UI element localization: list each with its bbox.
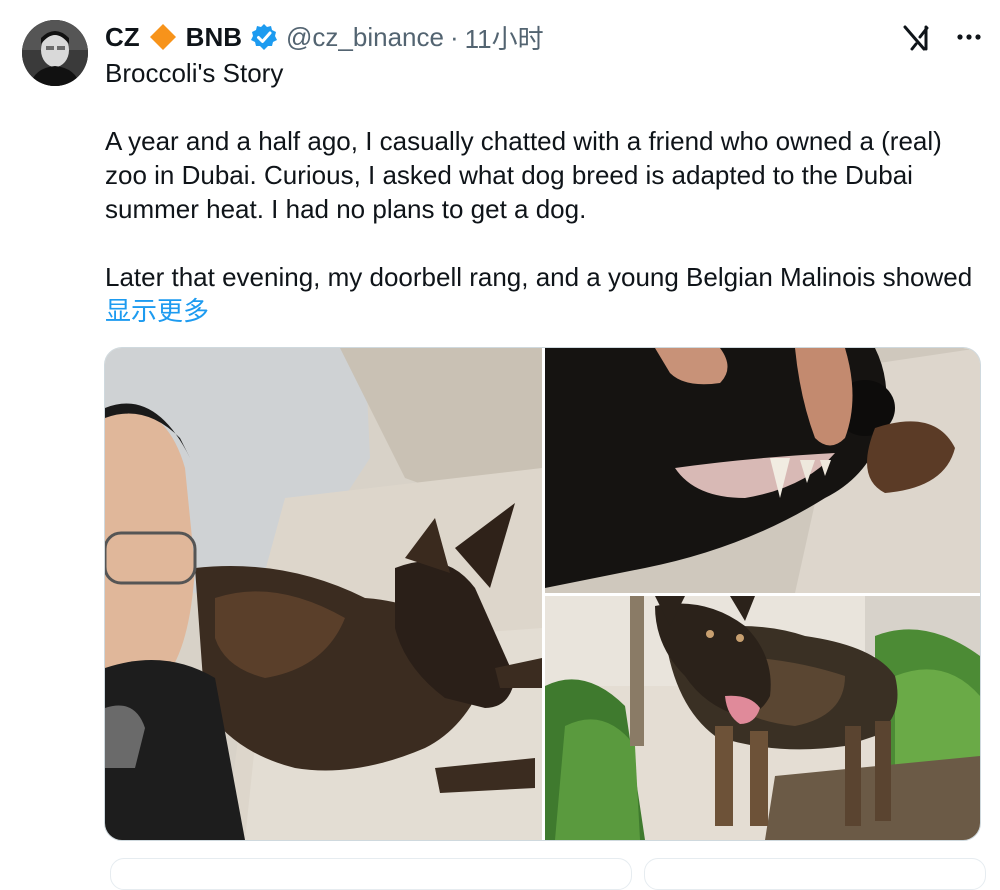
photo-selfie-with-puppy[interactable] (105, 348, 542, 840)
tweet-paragraph-2: Later that evening, my doorbell rang, an… (105, 262, 973, 292)
bottom-cards (104, 858, 986, 890)
embedded-card-right[interactable] (644, 858, 986, 890)
photo-dog-teeth[interactable] (545, 348, 980, 593)
tweet-header: CZ BNB @cz_binance · 11小时 (105, 18, 544, 56)
photo-dog-garden[interactable] (545, 596, 980, 840)
tweet-body: Broccoli's Story A year and a half ago, … (105, 56, 980, 328)
author-name[interactable]: CZ (105, 22, 140, 53)
bnb-diamond-icon (148, 22, 178, 52)
embedded-card-left[interactable] (110, 858, 632, 890)
author-handle[interactable]: @cz_binance (286, 22, 444, 53)
tweet-actions-top (902, 18, 982, 56)
separator-dot: · (449, 21, 459, 52)
media-grid (104, 347, 981, 841)
timestamp[interactable]: 11小时 (465, 19, 544, 56)
show-more-link[interactable]: 显示更多 (105, 294, 980, 328)
verified-badge-icon[interactable] (250, 23, 278, 51)
avatar[interactable] (22, 20, 88, 86)
tweet-title: Broccoli's Story (105, 58, 284, 88)
more-icon[interactable] (956, 24, 982, 50)
grok-icon[interactable] (902, 23, 930, 51)
affiliate-label[interactable]: BNB (186, 22, 242, 53)
tweet-paragraph-1: A year and a half ago, I casually chatte… (105, 126, 942, 224)
